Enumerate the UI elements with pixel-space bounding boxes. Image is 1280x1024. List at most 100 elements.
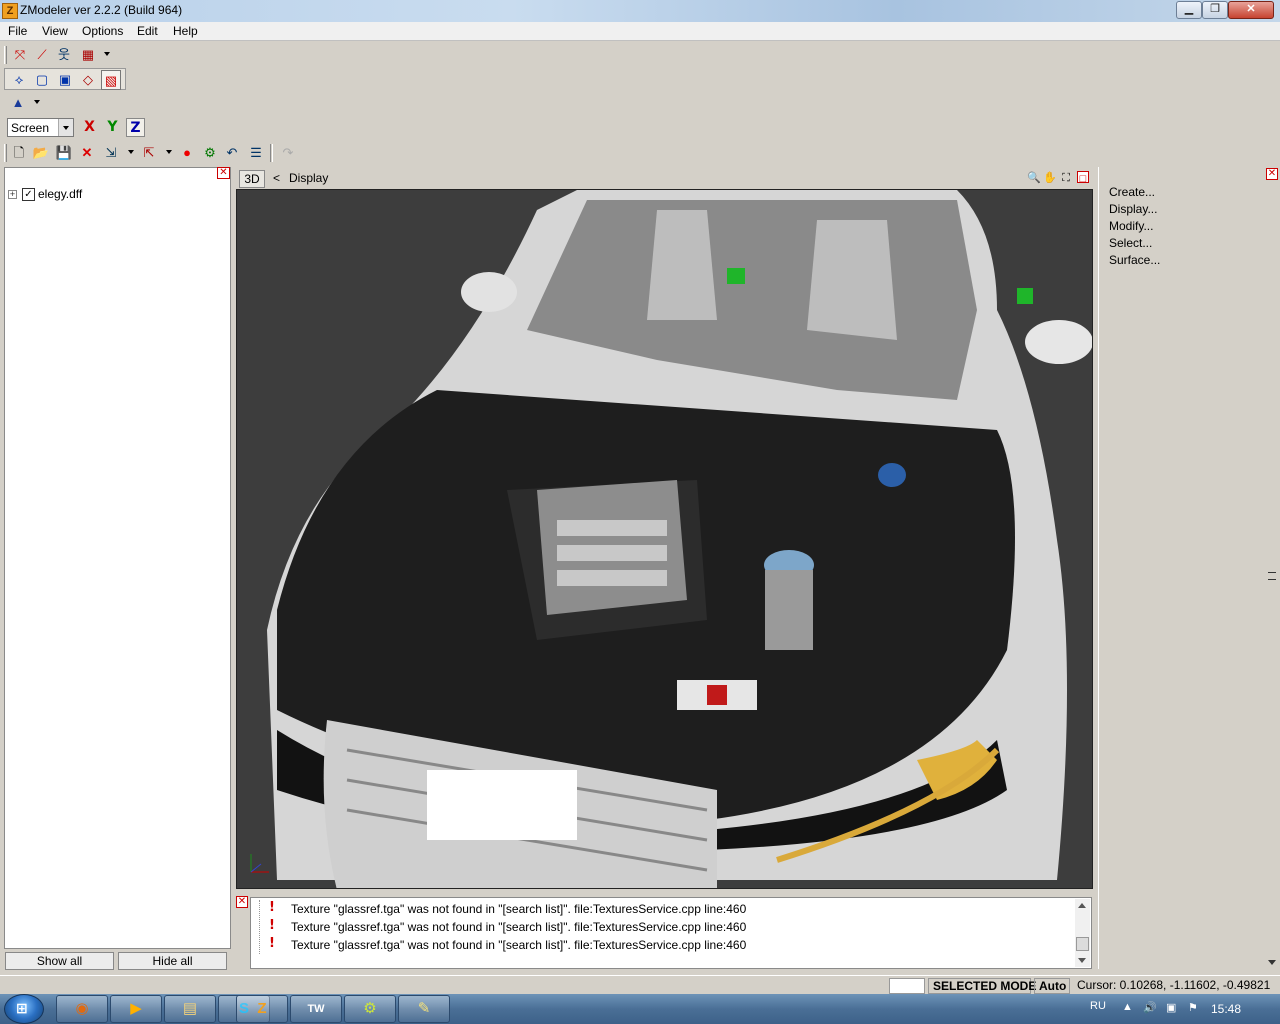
paint-icon[interactable]: ✎ [398,995,450,1023]
axis-y-button[interactable]: Y [103,118,122,137]
pan-hand-icon[interactable]: ✋ [1043,171,1057,185]
close-icon[interactable]: ✕ [1266,168,1278,180]
scroll-up-icon[interactable] [1078,903,1086,908]
scroll-thumb[interactable] [1076,937,1089,951]
intake-fin [557,570,667,586]
select-object-icon[interactable]: 웃 [54,45,74,65]
hide-all-button[interactable]: Hide all [118,952,227,970]
status-bar: SELECTED MODE Auto Cursor: 0.10268, -1.1… [0,975,1280,994]
status-auto[interactable]: Auto [1034,978,1070,994]
command-surface[interactable]: Surface... [1109,253,1160,267]
export-icon[interactable]: ⇱ [139,143,159,163]
properties-icon[interactable]: ☰ [246,143,266,163]
select-edge-icon[interactable]: ⟋ [32,45,52,65]
warning-icon: ! [269,918,275,933]
coord-system-select[interactable]: Screen [7,118,74,137]
command-display[interactable]: Display... [1109,202,1157,216]
expand-icon[interactable]: + [8,190,17,199]
axis-x-button[interactable]: X [80,118,99,137]
menu-view[interactable]: View [42,24,68,38]
status-field [889,978,925,994]
object-mode-icon[interactable]: ▣ [55,70,75,90]
toolbar-selection-modes: ⟡ ▢ ▣ ◇ ▧ [4,68,126,90]
mirror-left [461,272,517,312]
new-file-icon[interactable]: 🗋 [9,143,29,163]
splitter-grip[interactable] [1268,572,1276,580]
media-player-icon[interactable]: ▶ [110,995,162,1023]
firefox-icon[interactable]: ◉ [56,995,108,1023]
explorer-icon[interactable]: ▤ [164,995,216,1023]
save-icon[interactable]: 💾 [54,143,74,163]
toolbar-grip [4,46,7,64]
tool-icon[interactable]: ⚙ [344,995,396,1023]
tree-dots [259,900,260,954]
import-icon[interactable]: ⇲ [101,143,121,163]
menu-bar: File View Options Edit Help [0,22,1280,41]
chevron-down-icon[interactable] [104,52,110,56]
menu-edit[interactable]: Edit [137,24,158,38]
warning-icon: ! [269,936,275,951]
clock[interactable]: 15:48 [1211,1002,1241,1016]
viewport-chevron[interactable]: < [273,171,280,185]
console-log: ! Texture "glassref.tga" was not found i… [250,897,1092,969]
zoom-icon[interactable]: 🔍 [1027,171,1041,185]
command-select[interactable]: Select... [1109,236,1152,250]
status-mode[interactable]: SELECTED MODE [928,978,1036,994]
plugin-icon[interactable]: ⚙ [200,143,220,163]
select-group-icon[interactable]: ▦ [78,45,98,65]
maximize-button[interactable]: ❐ [1202,1,1228,19]
seat-left [647,210,717,320]
network-icon[interactable]: ▣ [1166,1001,1176,1014]
menu-file[interactable]: File [8,24,27,38]
car-render [267,190,1092,888]
menu-help[interactable]: Help [173,24,198,38]
intake-fin [557,520,667,536]
warning-icon: ! [269,900,275,915]
open-file-icon[interactable]: 📂 [31,143,51,163]
command-create[interactable]: Create... [1109,185,1155,199]
txd-workshop-icon[interactable]: TW [290,995,342,1023]
chevron-down-icon[interactable] [34,100,40,104]
scroll-down-icon[interactable] [1078,958,1086,963]
close-icon[interactable]: □ [1077,171,1089,185]
viewport-3d[interactable] [236,189,1093,889]
volume-icon[interactable]: 🔊 [1143,1001,1157,1014]
tray-expand-icon[interactable]: ▲ [1122,1001,1133,1013]
command-modify[interactable]: Modify... [1109,219,1153,233]
undo-icon[interactable]: ↶ [222,143,242,163]
close-icon[interactable]: ✕ [217,167,230,179]
chevron-down-icon[interactable] [166,150,172,154]
close-window-button[interactable]: ✕ [1228,1,1274,19]
scroll-down-icon[interactable] [1268,960,1276,965]
redo-icon[interactable]: ↷ [278,143,298,163]
tab-3d[interactable]: 3D [239,170,265,188]
close-icon[interactable]: ✕ [236,896,248,908]
vertex-mode-icon[interactable]: ⟡ [9,70,29,90]
visibility-checkbox[interactable]: ✓ [22,188,35,201]
coord-system-value: Screen [11,121,50,135]
marker-green [727,268,745,284]
select-vertex-icon[interactable]: ⤧ [10,45,30,65]
cube-mode-icon[interactable]: ◇ [78,70,98,90]
zmodeler-task-icon[interactable]: Z [236,995,288,1023]
language-indicator[interactable]: RU [1090,1000,1106,1012]
axis-gizmo-icon [243,850,273,880]
chevron-down-icon[interactable] [128,150,134,154]
viewport-mode-label[interactable]: Display [289,171,328,185]
toolbar-normals: ▲ [4,92,48,114]
menu-options[interactable]: Options [82,24,123,38]
console-scrollbar[interactable] [1075,899,1090,967]
maximize-viewport-icon[interactable]: ⛶ [1059,171,1073,185]
normal-arrow-icon[interactable]: ▲ [8,93,28,113]
flag-icon[interactable]: ⚑ [1188,1001,1198,1014]
minimize-button[interactable]: ▁ [1176,1,1202,19]
start-button[interactable]: ⊞ [4,994,44,1024]
app-icon: Z [2,3,18,19]
face-mode-icon[interactable]: ▢ [32,70,52,90]
box-select-icon[interactable]: ▧ [101,70,121,90]
chevron-down-icon[interactable] [58,119,73,136]
axis-z-button[interactable]: Z [126,118,145,137]
record-icon[interactable]: ● [177,143,197,163]
delete-icon[interactable]: ✕ [77,143,97,163]
show-all-button[interactable]: Show all [5,952,114,970]
